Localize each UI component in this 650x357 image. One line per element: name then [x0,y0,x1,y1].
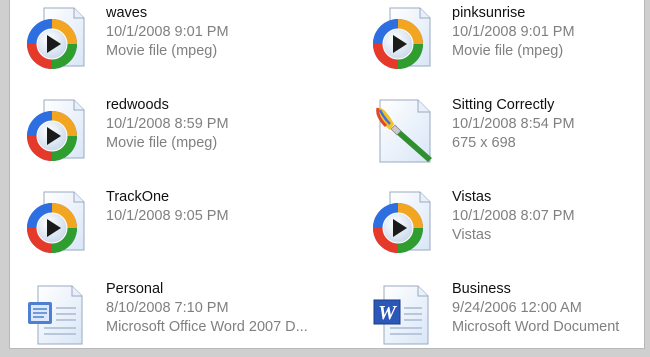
file-name: redwoods [106,97,169,113]
file-name: Sitting Correctly [452,97,555,113]
file-item-waves[interactable]: waves 10/1/2008 9:01 PM Movie file (mpeg… [22,4,322,74]
file-date: 10/1/2008 8:07 PM [452,208,575,224]
file-name: Personal [106,281,164,297]
file-name: Business [452,281,511,297]
file-date: 10/1/2008 9:01 PM [452,24,575,40]
paint-brush-document-icon [368,96,438,166]
file-item-trackone[interactable]: TrackOne 10/1/2008 9:05 PM [22,188,322,258]
file-name: Vistas [452,189,492,205]
media-player-icon [368,188,438,258]
file-type: Movie file (mpeg) [452,43,564,59]
media-player-icon [22,96,92,166]
file-item-pinksunrise[interactable]: pinksunrise 10/1/2008 9:01 PM Movie file… [368,4,650,74]
file-item-vistas[interactable]: Vistas 10/1/2008 8:07 PM Vistas [368,188,650,258]
file-date: 10/1/2008 9:05 PM [106,208,229,224]
file-type: Microsoft Word Document [452,319,620,335]
media-player-icon [22,188,92,258]
file-dimensions: 675 x 698 [452,135,516,151]
word-document-icon [368,280,438,350]
file-item-redwoods[interactable]: redwoods 10/1/2008 8:59 PM Movie file (m… [22,96,322,166]
window-frame: waves 10/1/2008 9:01 PM Movie file (mpeg… [0,0,650,357]
file-name: waves [106,5,148,21]
file-list-pane: waves 10/1/2008 9:01 PM Movie file (mpeg… [10,0,644,348]
file-item-personal[interactable]: Personal 8/10/2008 7:10 PM Microsoft Off… [22,280,322,350]
file-date: 10/1/2008 8:54 PM [452,116,575,132]
file-type: Movie file (mpeg) [106,135,218,151]
file-item-business[interactable]: Business 9/24/2006 12:00 AM Microsoft Wo… [368,280,650,350]
word-2007-document-icon [22,280,92,350]
file-date: 10/1/2008 8:59 PM [106,116,229,132]
file-type: Movie file (mpeg) [106,43,218,59]
file-type: Vistas [452,227,492,243]
media-player-icon [22,4,92,74]
file-item-sitting-correctly[interactable]: Sitting Correctly 10/1/2008 8:54 PM 675 … [368,96,650,166]
file-name: pinksunrise [452,5,526,21]
file-date: 8/10/2008 7:10 PM [106,300,229,316]
file-name: TrackOne [106,189,170,205]
media-player-icon [368,4,438,74]
file-date: 9/24/2006 12:00 AM [452,300,582,316]
file-type: Microsoft Office Word 2007 D... [106,319,308,335]
file-date: 10/1/2008 9:01 PM [106,24,229,40]
